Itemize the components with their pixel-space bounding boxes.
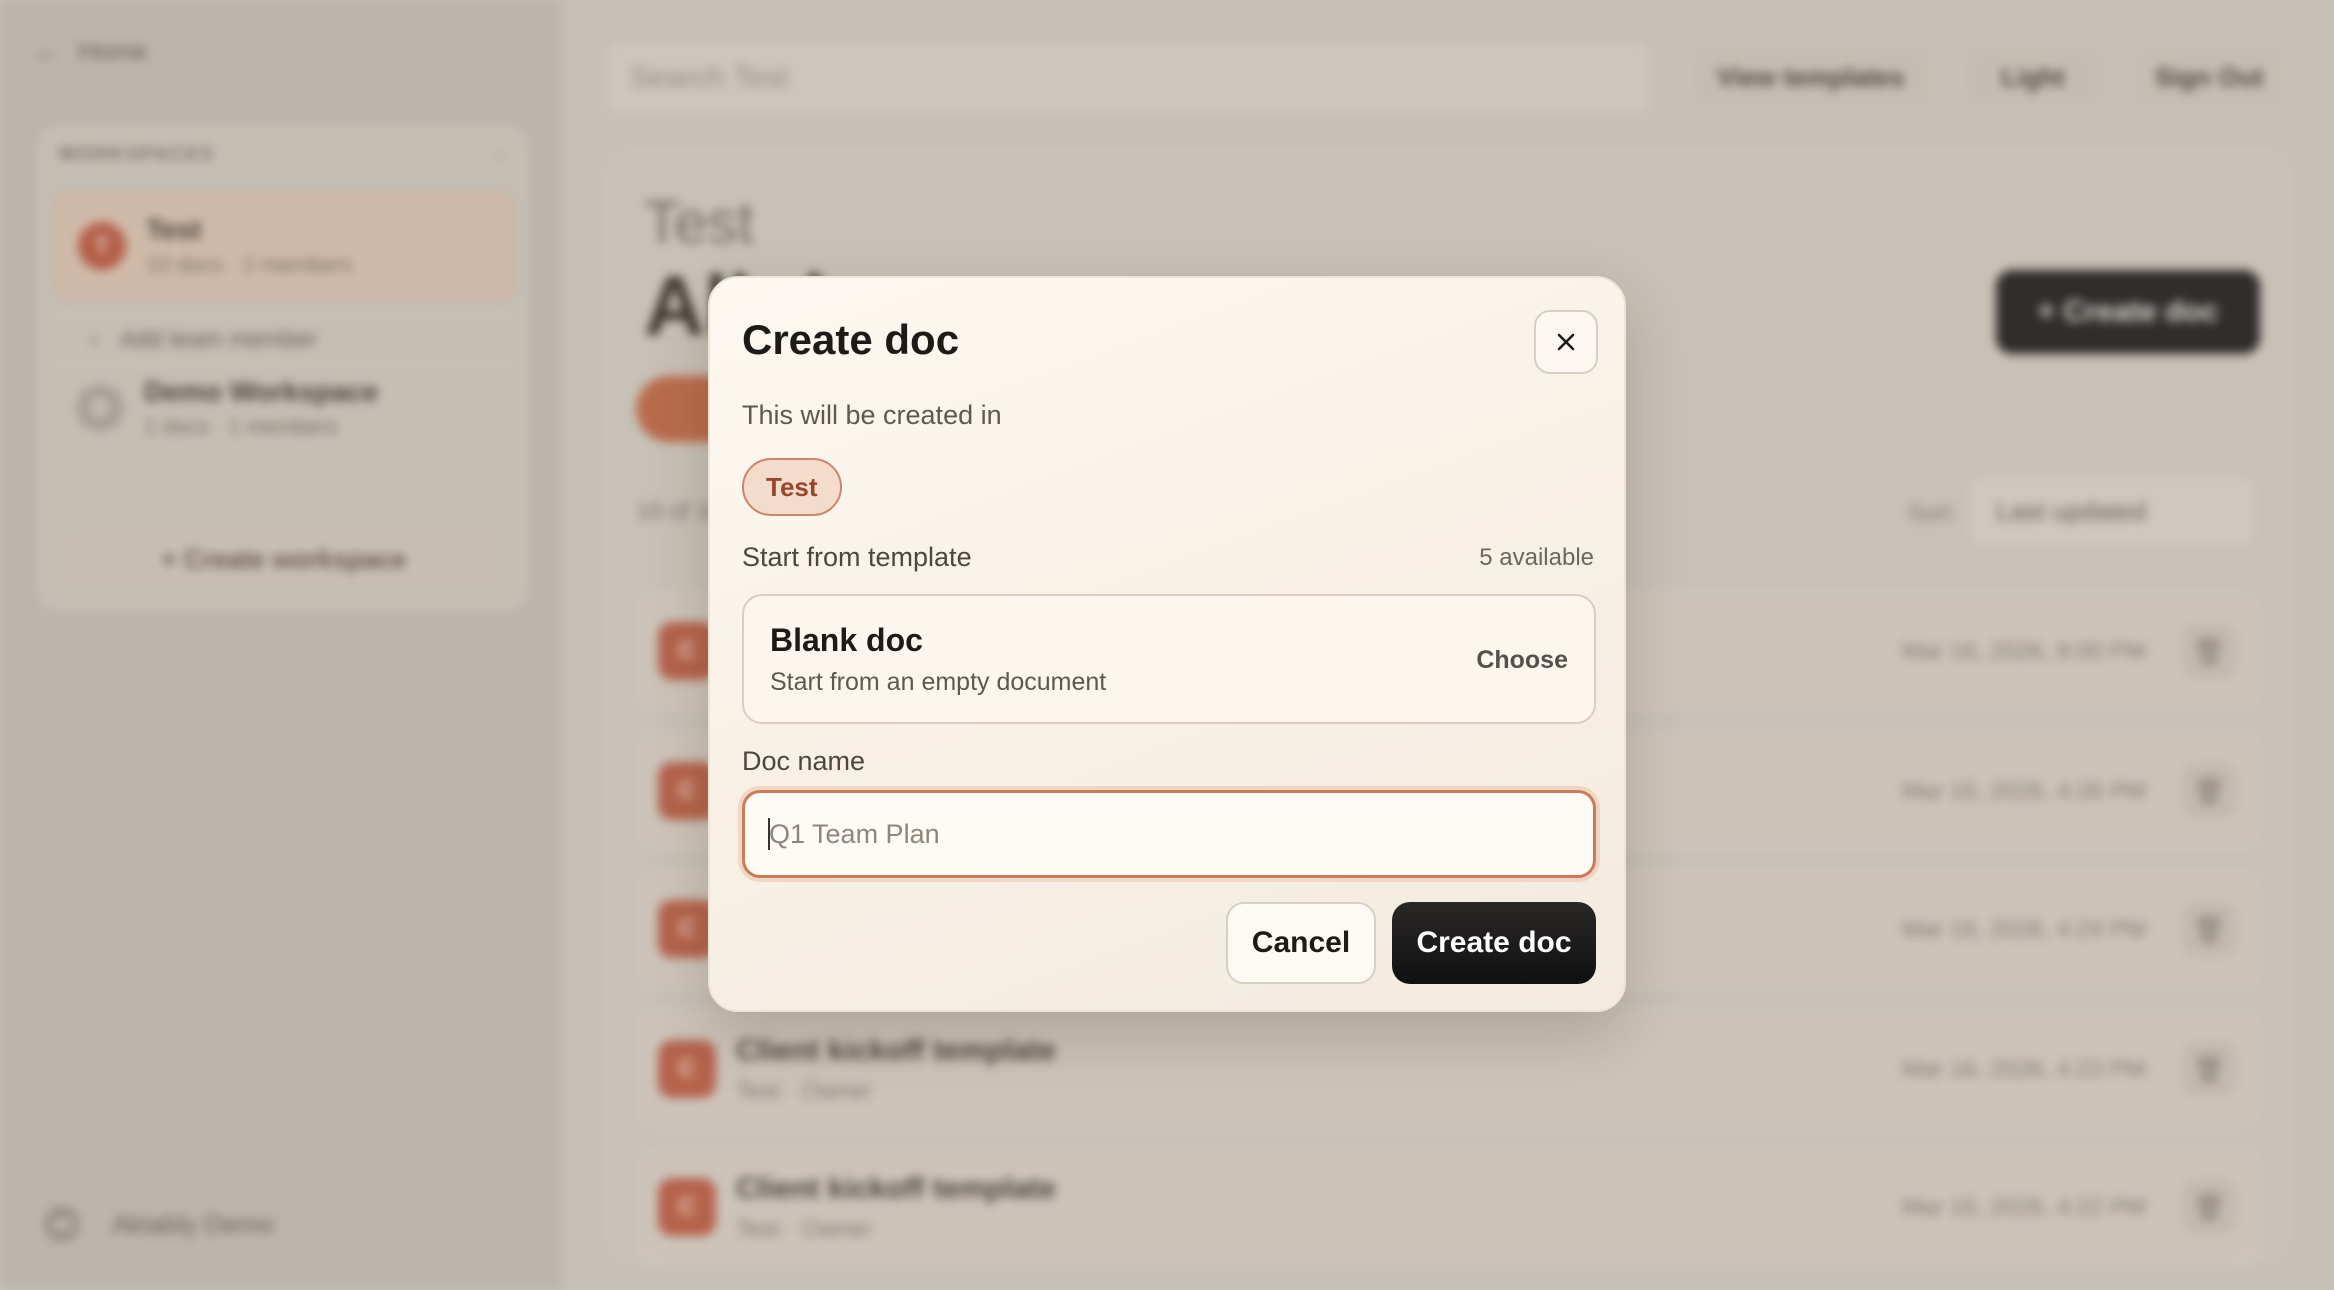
text-caret [768, 818, 770, 850]
templates-available-count: 5 available [1479, 544, 1594, 571]
app-window: ← Home WORKSPACES ‹ T Test 10 docs · 2 m… [0, 0, 2334, 1290]
doc-name-input[interactable] [742, 790, 1596, 878]
dialog-title: Create doc [742, 316, 960, 363]
close-button[interactable] [1534, 310, 1598, 374]
cancel-button[interactable]: Cancel [1226, 902, 1376, 984]
workspace-chip: Test [742, 458, 842, 516]
close-icon [1557, 333, 1575, 351]
create-doc-submit-button[interactable]: Create doc [1392, 902, 1596, 984]
template-name: Blank doc [770, 622, 923, 658]
template-description: Start from an empty document [770, 668, 1107, 696]
create-doc-dialog: Create doc This will be created in Test … [708, 276, 1626, 1012]
doc-name-label: Doc name [742, 746, 866, 776]
template-section-label: Start from template [742, 542, 972, 572]
choose-template-button[interactable]: Choose [1476, 646, 1568, 675]
dialog-intro-text: This will be created in [742, 400, 1002, 430]
template-card-blank[interactable]: Blank doc Start from an empty document C… [742, 594, 1596, 724]
